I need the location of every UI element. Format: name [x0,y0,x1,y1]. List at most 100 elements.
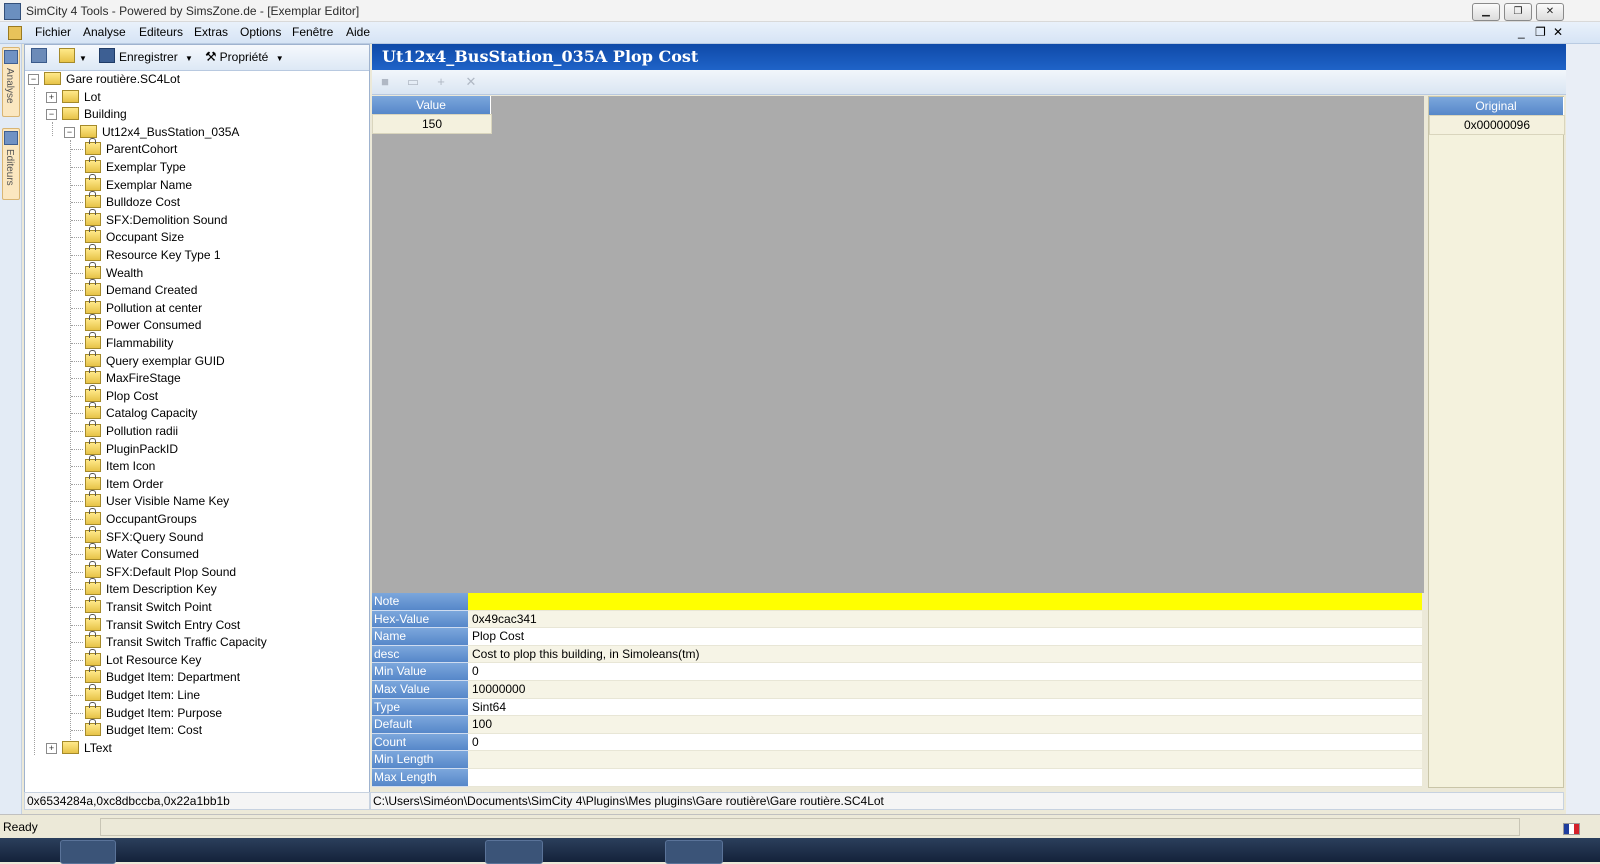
property-value: Plop Cost [468,628,1422,646]
back-button[interactable] [31,48,51,66]
tree-property-item[interactable]: Occupant Size [71,226,184,246]
tree-line [71,607,83,608]
expand-icon[interactable]: + [46,742,57,754]
mdi-restore-button[interactable]: ❐ [1535,25,1546,39]
note-input[interactable] [468,593,1422,611]
tree-property-item[interactable]: MaxFireStage [71,367,181,387]
tree-property-item[interactable]: Item Description Key [71,578,217,598]
tree-property-item[interactable]: Catalog Capacity [71,402,197,422]
open-icon[interactable]: ▭ [406,75,420,88]
save-button[interactable]: Enregistrer ▼ [99,48,193,66]
tree-line [71,695,83,696]
tree-property-item[interactable]: Exemplar Type [71,156,186,176]
tree-property-item[interactable]: Plop Cost [71,384,158,405]
menu-analyse[interactable]: Analyse [81,25,128,39]
tree-property-item[interactable]: OccupantGroups [71,508,197,528]
collapse-icon[interactable]: − [46,109,57,121]
tree-property-item[interactable]: Query exemplar GUID [71,349,225,370]
tree-property-item[interactable]: Power Consumed [71,314,201,334]
property-key: Max Length [372,769,468,787]
tree-property-label: Water Consumed [106,547,199,562]
tree-line [71,413,83,415]
tree-property-item[interactable]: Item Order [71,472,164,493]
locked-folder-icon [85,596,101,613]
dropdown-arrow-icon: ▼ [185,54,193,63]
tree-property-item[interactable]: SFX:Query Sound [71,525,204,546]
tree-property-label: SFX:Query Sound [106,529,204,544]
tree-property-item[interactable]: Water Consumed [71,543,199,563]
tree-line [71,378,83,380]
side-tab-analyse[interactable]: Analyse [2,47,20,117]
menu-aide[interactable]: Aide [344,25,372,39]
minimize-button[interactable]: ▁ [1472,3,1500,21]
open-button[interactable]: ▼ [59,48,87,66]
tree-property-item[interactable]: SFX:Default Plop Sound [71,560,236,581]
tree-property-label: Transit Switch Entry Cost [106,617,241,632]
locked-folder-icon [85,631,101,649]
tree-line [71,642,83,644]
document-icon [8,26,22,40]
property-row-note: Note [372,593,1424,611]
original-value-cell: 0x00000096 [1429,115,1565,135]
save-icon[interactable]: ■ [378,75,392,88]
value-cell[interactable]: 150 [372,114,492,134]
property-row: Min Length [372,751,1424,769]
tree-property-item[interactable]: Lot Resource Key [71,648,201,669]
tree-property-item[interactable]: Budget Item: Line [71,684,200,704]
side-tab-editeurs[interactable]: Editeurs [2,128,20,200]
property-key: Max Value [372,681,468,699]
tree-property-item[interactable]: Demand Created [71,279,197,299]
tree-property-item[interactable]: Pollution radii [71,420,178,440]
tree-property-item[interactable]: Pollution at center [71,296,202,317]
menu-extras[interactable]: Extras [192,25,230,39]
tree-property-item[interactable]: Budget Item: Purpose [71,701,222,722]
tree-property-item[interactable]: Transit Switch Entry Cost [71,613,241,634]
property-button[interactable]: ⚒ Propriété ▼ [205,48,284,66]
tree-property-item[interactable]: Exemplar Name [71,173,192,194]
taskbar-button[interactable] [60,840,116,864]
tree-property-item[interactable]: Item Icon [71,455,155,475]
collapse-icon[interactable]: − [28,74,39,85]
mdi-close-button[interactable]: ✕ [1553,25,1563,39]
tree-property-item[interactable]: Flammability [71,332,173,352]
tree-property-item[interactable]: User Visible Name Key [71,490,229,510]
mdi-minimize-button[interactable]: _ [1518,25,1525,39]
tree-property-item[interactable]: SFX:Demolition Sound [71,208,227,229]
tree-property-item[interactable]: Bulldoze Cost [71,191,180,211]
tree-property-item[interactable]: Budget Item: Department [71,666,240,686]
tree-property-item[interactable]: Resource Key Type 1 [71,244,221,264]
menu-options[interactable]: Options [238,25,283,39]
close-button[interactable]: ✕ [1536,3,1564,21]
tree-property-item[interactable]: Transit Switch Traffic Capacity [71,631,267,651]
collapse-icon[interactable]: − [64,126,75,138]
tree-property-item[interactable]: ParentCohort [71,138,177,158]
value-grid: Value 150 [372,96,1424,593]
locked-folder-icon [85,560,101,578]
add-icon[interactable]: + [434,75,448,88]
tree-property-item[interactable]: Transit Switch Point [71,596,212,616]
taskbar-button[interactable] [485,840,543,864]
folder-icon [62,740,79,754]
menu-editeurs[interactable]: Editeurs [137,25,185,39]
tree-line [71,466,83,468]
delete-icon[interactable]: ✕ [464,75,478,88]
title-bar: SimCity 4 Tools - Powered by SimsZone.de… [0,0,1600,22]
taskbar-button[interactable] [665,840,723,864]
maximize-button[interactable]: ❐ [1504,3,1532,21]
locked-folder-icon [85,314,101,332]
value-column-header[interactable]: Value [372,96,491,114]
os-taskbar [0,838,1600,864]
tree-property-item[interactable]: PluginPackID [71,437,178,458]
expand-icon[interactable]: + [46,91,57,103]
original-column-header: Original [1429,97,1564,115]
tree-node-label: Gare routière.SC4Lot [66,72,181,86]
menu-fichier[interactable]: Fichier [33,25,73,39]
tree-property-label: Item Order [106,476,164,491]
tree-property-item[interactable]: Budget Item: Cost [71,719,202,739]
tree-line [71,624,83,626]
tree-line [71,659,83,661]
menu-fenetre[interactable]: Fenêtre [290,25,335,39]
locked-folder-icon [85,525,101,543]
tree-node-label: LText [84,740,112,755]
language-flag-icon[interactable] [1563,823,1580,835]
